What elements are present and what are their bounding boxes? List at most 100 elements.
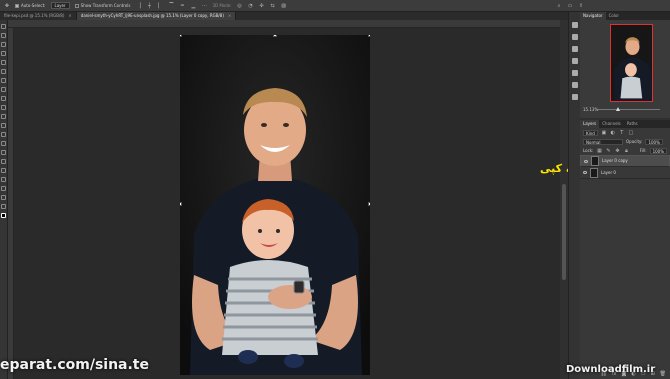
visibility-eye-icon[interactable] (584, 159, 588, 163)
transform-handle[interactable] (273, 35, 277, 37)
adjustments-icon[interactable] (571, 82, 578, 88)
align-bottom-icon[interactable]: ▁ (190, 3, 196, 9)
blur-tool[interactable] (1, 141, 6, 146)
eraser-tool[interactable] (1, 123, 6, 128)
workspace-icon[interactable]: ▭ (567, 3, 573, 9)
filter-row: Kind ▣ ◐ T □ (580, 128, 670, 137)
stamp-tool[interactable] (1, 105, 6, 110)
transform-controls-option[interactable]: Show Transform Controls (74, 3, 130, 8)
zoom-tool[interactable] (1, 204, 6, 209)
kind-filter-dropdown[interactable]: Kind (583, 129, 598, 136)
transform-handle[interactable] (180, 35, 182, 37)
tab-color[interactable]: Color (606, 12, 622, 20)
frame-tool[interactable] (1, 69, 6, 74)
share-icon[interactable]: ⇪ (578, 3, 584, 9)
navigator-zoom-slider[interactable] (598, 107, 660, 111)
more-options-icon[interactable]: ··· (201, 3, 207, 9)
quick-select-tool[interactable] (1, 51, 6, 56)
blend-mode-dropdown[interactable]: Normal (583, 138, 623, 145)
fill-input[interactable]: 100% (649, 147, 667, 154)
tab-paths[interactable]: Paths (624, 120, 641, 128)
eyedropper-tool[interactable] (1, 78, 6, 83)
ruler-horizontal (8, 20, 560, 28)
align-top-icon[interactable]: ▔ (168, 3, 174, 9)
navigator-preview[interactable] (610, 24, 653, 102)
search-icon[interactable]: ⌕ (556, 3, 562, 9)
tools-panel (0, 20, 8, 379)
layers-panel: Layers Channels Paths Kind ▣ ◐ T □ Norma… (580, 120, 670, 379)
marquee-tool[interactable] (1, 33, 6, 38)
align-middle-icon[interactable]: ═ (179, 3, 185, 9)
transform-controls-checkbox[interactable] (74, 3, 79, 8)
swatches-icon[interactable] (571, 70, 578, 76)
lock-image-icon[interactable]: ✎ (605, 148, 611, 154)
auto-select-label: Auto-Select: (21, 3, 46, 8)
auto-select-checkbox[interactable] (15, 3, 19, 8)
move-tool-icon[interactable]: ✥ (4, 3, 10, 9)
dodge-tool[interactable] (1, 150, 6, 155)
pen-tool[interactable] (1, 159, 6, 164)
orbit-3d-icon[interactable]: ◎ (237, 3, 243, 9)
transform-handle[interactable] (368, 202, 370, 206)
filter-adjustment-icon[interactable]: ◐ (610, 130, 616, 136)
lasso-tool[interactable] (1, 42, 6, 47)
tab-daniel-smyth[interactable]: daniel-smyth-yCyhRT_Ij9E-unsplash.jpg @ … (76, 12, 237, 20)
type-tool[interactable] (1, 168, 6, 173)
hand-tool[interactable] (1, 195, 6, 200)
align-center-icon[interactable]: ┼ (146, 3, 152, 9)
document-canvas[interactable] (180, 35, 370, 375)
layer-row-layer-0-copy[interactable]: Layer 0 copy (580, 155, 670, 167)
gradient-tool[interactable] (1, 132, 6, 137)
tab-label: daniel-smyth-yCyhRT_Ij9E-unsplash.jpg @ … (80, 13, 224, 18)
lock-all-icon[interactable]: 🔒︎ (623, 148, 629, 154)
pan-3d-icon[interactable]: ✣ (259, 3, 265, 9)
vertical-scrollbar[interactable] (560, 20, 568, 379)
filter-shape-icon[interactable]: □ (628, 130, 634, 136)
canvas-area[interactable] (14, 28, 560, 379)
shape-tool[interactable] (1, 186, 6, 191)
tab-navigator[interactable]: Navigator (580, 12, 606, 20)
zoom-slider-knob[interactable] (616, 107, 620, 111)
history-icon[interactable] (571, 22, 578, 28)
scrollbar-thumb[interactable] (562, 184, 566, 280)
move-tool[interactable] (1, 24, 6, 29)
actions-icon[interactable] (571, 46, 578, 52)
brush-tool[interactable] (1, 96, 6, 101)
filter-pixel-icon[interactable]: ▣ (601, 130, 607, 136)
roll-3d-icon[interactable]: ◔ (248, 3, 254, 9)
transform-handle[interactable] (368, 35, 370, 37)
layer-row-layer-0[interactable]: Layer 0 (580, 167, 670, 179)
brush-settings-icon[interactable] (571, 58, 578, 64)
tab-layers[interactable]: Layers (580, 120, 600, 128)
document-tabs: file-kepi.psd @ 15.1% (RGB/8) × daniel-s… (0, 12, 570, 20)
options-right-group: ⌕ ▭ ⇪ (556, 3, 670, 9)
path-select-tool[interactable] (1, 177, 6, 182)
scale-3d-icon[interactable]: ▨ (281, 3, 287, 9)
tab-file-kepi[interactable]: file-kepi.psd @ 15.1% (RGB/8) × (0, 12, 77, 20)
transform-handle[interactable] (180, 202, 182, 206)
history-brush-tool[interactable] (1, 114, 6, 119)
visibility-eye-icon[interactable] (583, 171, 587, 174)
slide-3d-icon[interactable]: ⇆ (270, 3, 276, 9)
auto-select-option[interactable]: Auto-Select: (15, 3, 46, 8)
tab-channels[interactable]: Channels (599, 120, 624, 128)
auto-select-dropdown[interactable]: Layer (50, 2, 70, 9)
blend-row: Normal Opacity: 100% (580, 137, 670, 146)
properties-icon[interactable] (571, 34, 578, 40)
lock-transparent-icon[interactable]: ▦ (596, 148, 602, 154)
libraries-icon[interactable] (571, 94, 578, 100)
close-icon[interactable]: × (228, 12, 231, 20)
options-bar: ✥ Auto-Select: Layer Show Transform Cont… (0, 0, 670, 12)
crop-tool[interactable] (1, 60, 6, 65)
navigator-zoom-value[interactable]: 15.13% (583, 107, 598, 112)
opacity-input[interactable]: 100% (645, 138, 663, 145)
align-right-icon[interactable]: ▏ (157, 3, 163, 9)
align-left-icon[interactable]: ▕ (135, 3, 141, 9)
opacity-label: Opacity: (626, 139, 643, 144)
close-icon[interactable]: × (68, 12, 71, 20)
filter-type-icon[interactable]: T (619, 130, 625, 136)
healing-tool[interactable] (1, 87, 6, 92)
lock-position-icon[interactable]: ✥ (614, 148, 620, 154)
color-swatch[interactable] (1, 213, 6, 218)
watermark-text: eparat.com/sina.te (0, 357, 149, 373)
